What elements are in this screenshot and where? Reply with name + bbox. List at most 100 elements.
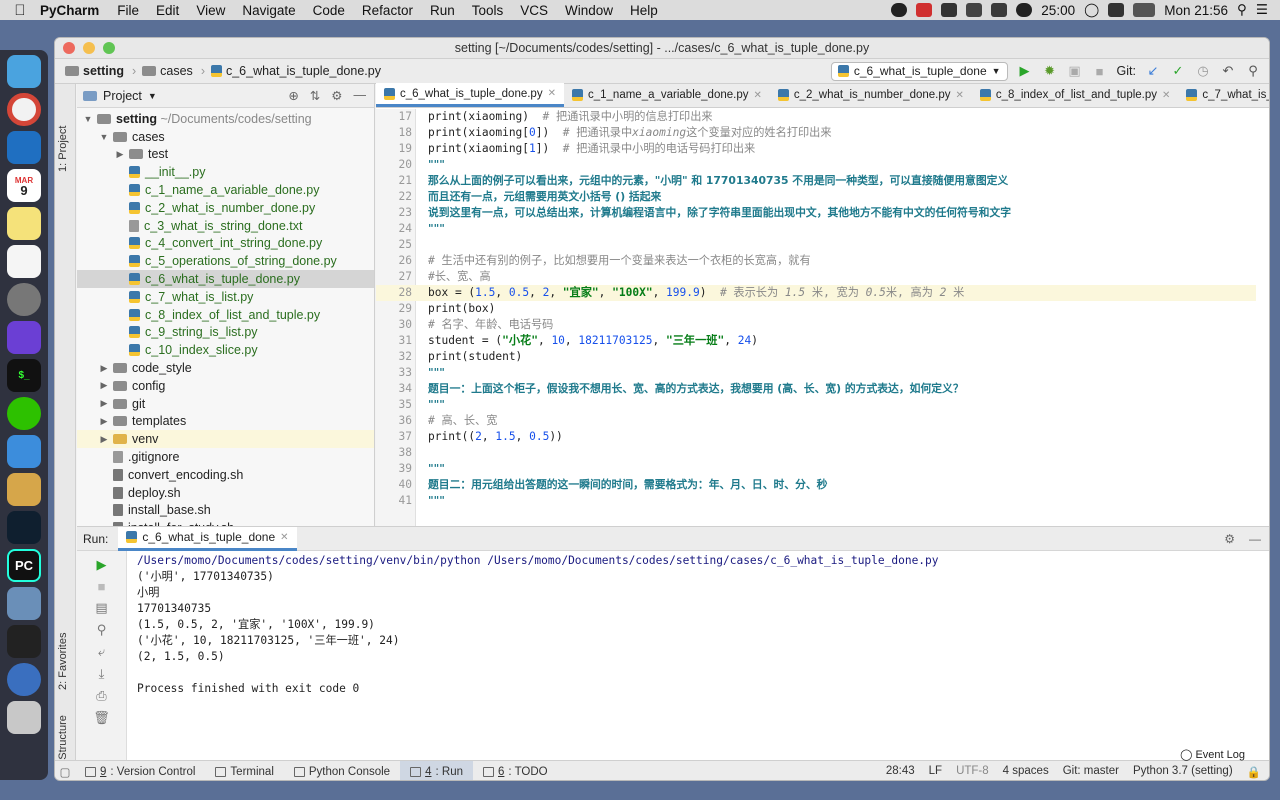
menu-edit[interactable]: Edit (156, 3, 179, 18)
menu-view[interactable]: View (196, 3, 225, 18)
bottom-tab[interactable]: 6: TODO (473, 761, 558, 780)
pycharm-icon[interactable]: PC (7, 549, 41, 582)
tree-item-py[interactable]: c_7_what_is_list.py (77, 288, 374, 306)
hide-icon[interactable]: — (354, 88, 367, 103)
close-icon[interactable]: ✕ (1162, 90, 1170, 101)
menubar-app-name[interactable]: PyCharm (40, 3, 99, 18)
python-interpreter[interactable]: Python 3.7 (setting) (1133, 765, 1233, 779)
menu-run[interactable]: Run (430, 3, 455, 18)
locate-icon[interactable]: ⊕ (288, 88, 298, 103)
quicktime-icon[interactable] (7, 663, 41, 696)
bottom-tab[interactable]: Terminal (205, 761, 283, 780)
tree-item-sh[interactable]: convert_encoding.sh (77, 466, 374, 484)
collapsed-arrow-icon[interactable]: ▶ (99, 416, 109, 427)
git-revert-icon[interactable]: ↶ (1220, 63, 1236, 79)
menu-vcs[interactable]: VCS (520, 3, 548, 18)
collapse-all-icon[interactable]: ⇅ (310, 88, 320, 103)
rerun-icon[interactable]: ▶ (97, 557, 107, 573)
tree-item-py[interactable]: c_2_what_is_number_done.py (77, 199, 374, 217)
tree-item-folder[interactable]: ▶ templates (77, 413, 374, 431)
layout-icon[interactable]: ▤ (95, 600, 107, 616)
menu-help[interactable]: Help (630, 3, 658, 18)
gear-icon[interactable]: ⚙ (331, 88, 342, 103)
timer-text[interactable]: 25:00 (1041, 3, 1075, 18)
cloud-icon[interactable] (966, 3, 983, 17)
bottom-tab[interactable]: 9: Version Control (75, 761, 205, 780)
menu-window[interactable]: Window (565, 3, 613, 18)
tool-windows-icon[interactable]: ▢ (55, 765, 75, 779)
git-commit-icon[interactable]: ✓ (1170, 63, 1186, 79)
git-history-icon[interactable]: ◷ (1195, 63, 1211, 79)
tree-item-py[interactable]: c_6_what_is_tuple_done.py (77, 270, 374, 288)
run-icon[interactable]: ▶ (1017, 63, 1033, 79)
indent-setting[interactable]: 4 spaces (1003, 765, 1049, 779)
tree-item-folder[interactable]: ▶ venv (77, 430, 374, 449)
xcode-icon[interactable] (7, 435, 41, 468)
console-output[interactable]: /Users/momo/Documents/codes/setting/venv… (137, 553, 939, 697)
expanded-arrow-icon[interactable]: ▼ (99, 132, 109, 142)
editor-tab[interactable]: c_2_what_is_number_done.py ✕ (770, 83, 972, 107)
editor-tab[interactable]: c_8_index_of_list_and_tuple.py ✕ (972, 83, 1179, 107)
search-everywhere-icon[interactable]: ⚲ (1245, 63, 1261, 79)
lock-icon[interactable]: 🔒 (1247, 765, 1261, 779)
notes-icon[interactable] (7, 207, 41, 240)
battery-icon[interactable] (1133, 3, 1156, 17)
favorites-tool-tab[interactable]: 2: Favorites (57, 633, 69, 690)
bottom-tab[interactable]: Python Console (284, 761, 400, 780)
stop-icon[interactable]: ■ (98, 579, 106, 594)
collapsed-arrow-icon[interactable]: ▶ (99, 434, 109, 445)
soft-wrap-icon[interactable]: ⤶ (98, 644, 105, 660)
tree-item-folder[interactable]: ▶ test (77, 146, 374, 164)
tree-item-folder[interactable]: ▶ git (77, 395, 374, 413)
sequel-icon[interactable] (7, 473, 41, 506)
terminal-icon[interactable]: $_ (7, 359, 41, 392)
calendar-icon[interactable]: MAR 9 (7, 169, 41, 202)
tree-item-sh[interactable]: install_base.sh (77, 502, 374, 520)
run-tab[interactable]: c_6_what_is_tuple_done ✕ (118, 526, 297, 551)
tree-item-py[interactable]: c_1_name_a_variable_done.py (77, 181, 374, 199)
gear-icon[interactable]: ⚙ (1224, 532, 1235, 546)
tree-root[interactable]: ▼ setting ~/Documents/codes/setting (77, 110, 374, 128)
close-icon[interactable]: ✕ (753, 90, 761, 101)
code-editor[interactable]: 17 print(xiaoming) # 把通讯录中小明的信息打印出来 18 prin… (376, 109, 1269, 526)
collapsed-arrow-icon[interactable]: ▶ (99, 363, 109, 374)
project-tool-tab[interactable]: 1: Project (57, 126, 69, 172)
tree-item-folder[interactable]: ▼ cases (77, 128, 374, 146)
tree-item-py[interactable]: c_8_index_of_list_and_tuple.py (77, 306, 374, 324)
debug-icon[interactable]: ✹ (1042, 63, 1058, 79)
trash-icon[interactable] (7, 701, 41, 734)
menu-navigate[interactable]: Navigate (242, 3, 295, 18)
git-branch[interactable]: Git: master (1063, 765, 1119, 779)
wifi-icon[interactable]: ◯ (1084, 2, 1099, 18)
expanded-arrow-icon[interactable]: ▼ (83, 114, 93, 124)
collapsed-arrow-icon[interactable]: ▶ (99, 398, 109, 409)
menu-tools[interactable]: Tools (472, 3, 504, 18)
menu-file[interactable]: File (117, 3, 139, 18)
caret-position[interactable]: 28:43 (886, 765, 915, 779)
scroll-to-end-icon[interactable]: ⤓ (99, 666, 105, 682)
tree-item-py[interactable]: c_10_index_slice.py (77, 341, 374, 359)
tree-item-py[interactable]: __init__.py (77, 163, 374, 181)
preview-icon[interactable] (7, 587, 41, 620)
collapsed-arrow-icon[interactable]: ▶ (115, 149, 125, 160)
tree-item-txt[interactable]: c_3_what_is_string_done.txt (77, 217, 374, 235)
finder-icon[interactable] (7, 55, 41, 88)
plus-icon[interactable] (941, 3, 958, 17)
file-encoding[interactable]: UTF-8 (956, 765, 989, 779)
activity-monitor-icon[interactable] (7, 511, 41, 544)
breadcrumb-folder[interactable]: cases › (142, 64, 205, 78)
cat-app-icon[interactable] (7, 321, 41, 354)
tree-item-folder[interactable]: ▶ config (77, 377, 374, 395)
record-icon[interactable] (891, 3, 908, 17)
tree-item-txt[interactable]: .gitignore (77, 448, 374, 466)
keyboard-icon[interactable] (1108, 3, 1125, 17)
tree-item-folder[interactable]: ▶ code_style (77, 359, 374, 377)
menu-refactor[interactable]: Refactor (362, 3, 413, 18)
run-configuration-select[interactable]: c_6_what_is_tuple_done ▼ (830, 61, 1008, 81)
line-separator[interactable]: LF (929, 765, 942, 779)
close-icon[interactable]: ✕ (548, 88, 556, 99)
chevron-down-icon[interactable]: ▼ (148, 91, 157, 101)
project-view-select[interactable]: Project (103, 89, 142, 103)
reminders-icon[interactable] (7, 245, 41, 278)
breadcrumb-project[interactable]: setting › (65, 64, 136, 78)
